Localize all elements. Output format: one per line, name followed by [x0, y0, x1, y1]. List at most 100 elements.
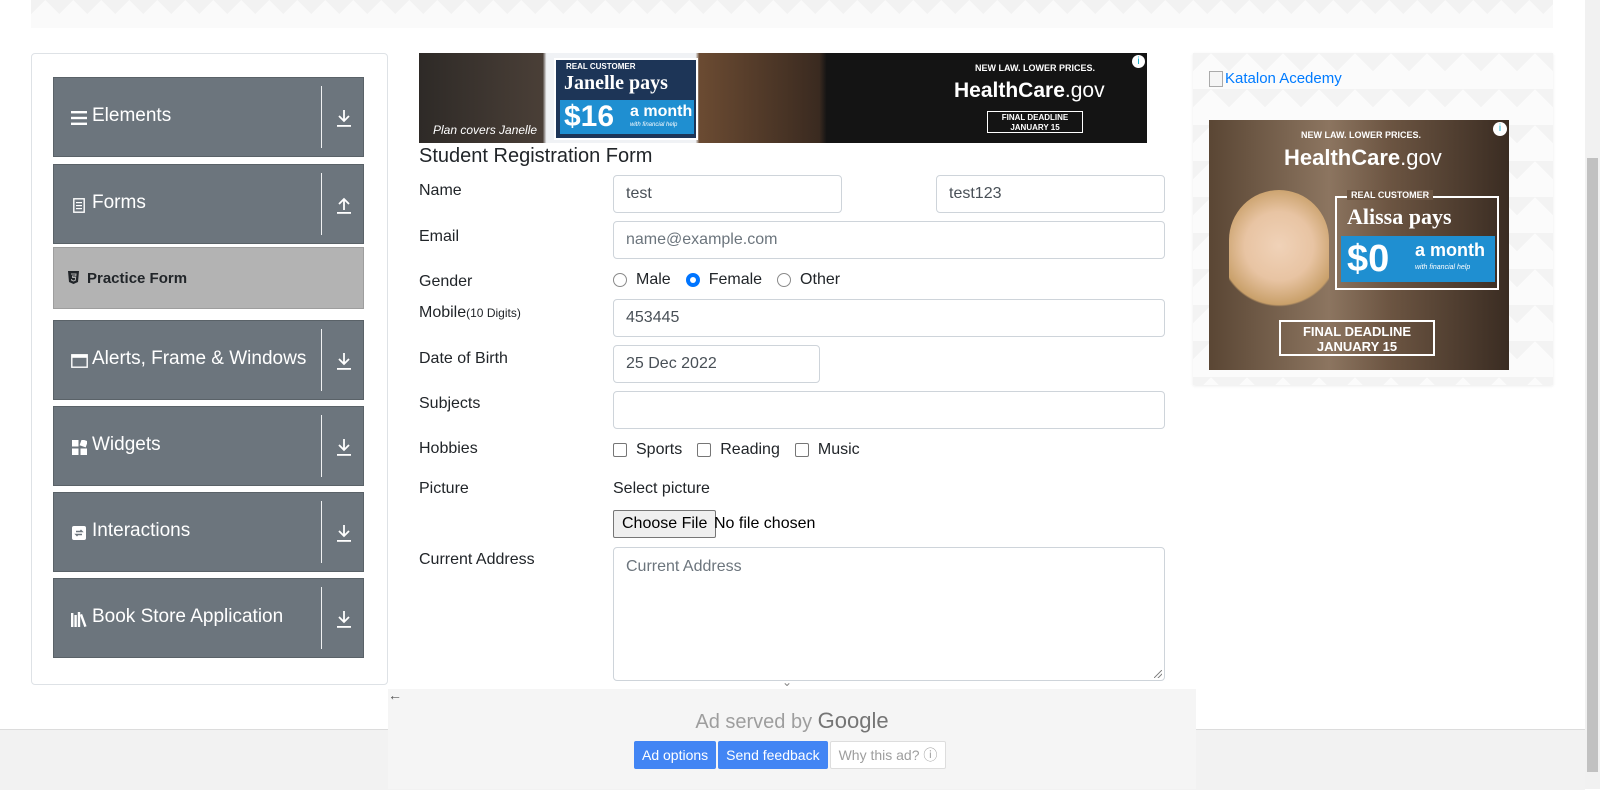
- divider: [321, 86, 322, 148]
- gender-other-label[interactable]: Other: [800, 271, 840, 289]
- broken-image-alt: Katalon Acedemy: [1225, 70, 1342, 87]
- arrow-down-icon[interactable]: [333, 435, 355, 459]
- ad-served-by: Ad served by Google: [388, 708, 1196, 734]
- ad-person-image: [1229, 190, 1329, 330]
- hobby-reading-checkbox[interactable]: [697, 443, 712, 457]
- info-icon: ⓘ: [923, 747, 938, 763]
- arrow-up-icon[interactable]: [333, 193, 355, 217]
- send-feedback-button[interactable]: Send feedback: [718, 741, 828, 769]
- ad-buttons: Ad options Send feedback Why this ad? ⓘ: [634, 741, 948, 769]
- picture-label: Picture: [419, 480, 469, 497]
- divider: [321, 329, 322, 391]
- document-icon: [70, 196, 88, 214]
- ad-brand: HealthCare.gov: [954, 79, 1105, 103]
- gender-label: Gender: [419, 273, 473, 290]
- interactions-icon: [70, 524, 88, 542]
- right-ad-banner[interactable]: NEW LAW. LOWER PRICES. HealthCare.gov RE…: [1209, 120, 1509, 370]
- arrow-down-icon[interactable]: [333, 607, 355, 631]
- sidebar-item-practice-form[interactable]: Practice Form: [53, 247, 364, 309]
- ad-deadline-line: FINAL DEADLINE: [1302, 324, 1412, 339]
- file-status: No file chosen: [714, 515, 816, 532]
- sidebar-group-label: Book Store Application: [92, 606, 284, 627]
- ad-price: $0: [1347, 238, 1390, 280]
- gender-male-radio[interactable]: [613, 273, 627, 287]
- ad-financial-help: with financial help: [1415, 264, 1471, 271]
- current-address-textarea[interactable]: Current Address: [613, 547, 1165, 681]
- ad-info-icon[interactable]: i: [1493, 122, 1507, 136]
- ad-price-card: REAL CUSTOMER Alissa pays $0 a month wit…: [1335, 190, 1499, 290]
- sidebar: Elements Forms Practice Form Alerts, Fra…: [31, 53, 388, 685]
- top-ad-banner[interactable]: Plan covers Janelle REAL CUSTOMER Janell…: [419, 53, 1147, 143]
- sidebar-item-label: Practice Form: [87, 270, 188, 287]
- google-ad-bar: ← ⌄ Ad served by Google Ad options Send …: [388, 675, 1196, 789]
- sidebar-group-forms[interactable]: Forms: [53, 164, 364, 244]
- ad-real-customer: REAL CUSTOMER: [566, 62, 636, 71]
- ad-caption: Plan covers Janelle: [433, 123, 538, 137]
- sidebar-group-widgets[interactable]: Widgets: [53, 406, 364, 486]
- arrow-down-icon[interactable]: [333, 521, 355, 545]
- ad-tagline: NEW LAW. LOWER PRICES.: [975, 63, 1096, 73]
- email-input[interactable]: name@example.com: [613, 221, 1165, 259]
- hobby-sports-checkbox[interactable]: [613, 443, 627, 457]
- gender-female-label[interactable]: Female: [709, 271, 762, 289]
- broken-image-icon: [1209, 70, 1223, 87]
- address-placeholder: Current Address: [626, 558, 742, 575]
- ad-brand-suffix: .gov: [1064, 79, 1105, 102]
- mobile-label: Mobile(10 Digits): [419, 304, 521, 322]
- window-icon: [70, 352, 88, 370]
- ad-options-button[interactable]: Ad options: [634, 741, 717, 769]
- gender-male-label[interactable]: Male: [636, 271, 671, 289]
- last-name-input[interactable]: test123: [936, 175, 1165, 213]
- why-this-ad-button[interactable]: Why this ad? ⓘ: [829, 741, 947, 769]
- mobile-input[interactable]: 453445: [613, 299, 1165, 337]
- email-label: Email: [419, 228, 460, 245]
- scrollbar-thumb[interactable]: [1587, 158, 1598, 772]
- books-icon: [70, 610, 88, 628]
- sidebar-group-book-store[interactable]: Book Store Application: [53, 578, 364, 658]
- gender-radio-group: Male Female Other: [613, 271, 855, 289]
- ad-served-prefix: Ad served by: [695, 711, 813, 733]
- divider: [321, 587, 322, 649]
- ad-deadline-date: JANUARY 15: [1010, 123, 1060, 132]
- ad-deadline: FINAL DEADLINE JANUARY 15: [987, 111, 1083, 133]
- ad-price-card: REAL CUSTOMER Janelle pays $16 a month w…: [554, 58, 698, 140]
- ad-pays-text: Janelle pays: [564, 72, 668, 94]
- sidebar-group-label: Elements: [92, 105, 172, 126]
- hobbies-checkbox-group: Sports Reading Music: [613, 441, 875, 459]
- hobby-music-label[interactable]: Music: [818, 441, 860, 459]
- katalon-academy-link[interactable]: Katalon Acedemy: [1209, 70, 1342, 87]
- sidebar-group-label: Interactions: [92, 520, 191, 541]
- html5-icon: [68, 271, 79, 289]
- ad-brand-suffix: .gov: [1400, 145, 1442, 170]
- ad-price-box: $0 a month with financial help: [1341, 236, 1495, 282]
- sidebar-group-elements[interactable]: Elements: [53, 77, 364, 157]
- sidebar-group-alerts[interactable]: Alerts, Frame & Windows: [53, 320, 364, 400]
- resize-handle[interactable]: [1154, 670, 1162, 678]
- ad-price: $16: [564, 100, 615, 133]
- choose-file-button[interactable]: Choose File: [613, 510, 717, 538]
- sidebar-group-interactions[interactable]: Interactions: [53, 492, 364, 572]
- hobby-sports-label[interactable]: Sports: [636, 441, 682, 459]
- ad-deadline-date: JANUARY 15: [1316, 339, 1398, 354]
- gender-other-radio[interactable]: [777, 273, 792, 287]
- ad-financial-help: with financial help: [630, 122, 678, 128]
- gender-female-radio[interactable]: [685, 273, 700, 287]
- hobby-music-checkbox[interactable]: [794, 443, 809, 457]
- sidebar-group-label: Alerts, Frame & Windows: [92, 348, 307, 369]
- arrow-down-icon[interactable]: [333, 106, 355, 130]
- chevron-down-icon[interactable]: ⌄: [782, 675, 792, 689]
- sidebar-group-label: Forms: [92, 192, 146, 213]
- ad-info-icon[interactable]: i: [1132, 55, 1145, 68]
- ad-per-month: a month: [630, 103, 693, 120]
- name-label: Name: [419, 182, 462, 199]
- first-name-input[interactable]: test: [613, 175, 842, 213]
- subjects-input[interactable]: [613, 391, 1165, 429]
- divider: [321, 415, 322, 477]
- arrow-down-icon[interactable]: [333, 349, 355, 373]
- hobby-reading-label[interactable]: Reading: [720, 441, 780, 459]
- dob-input[interactable]: 25 Dec 2022: [613, 345, 820, 383]
- ad-brand: HealthCare.gov: [1284, 145, 1442, 171]
- ad-per-month: a month: [1415, 240, 1485, 260]
- back-arrow-icon[interactable]: ←: [388, 687, 402, 703]
- google-logo: Google: [817, 708, 889, 733]
